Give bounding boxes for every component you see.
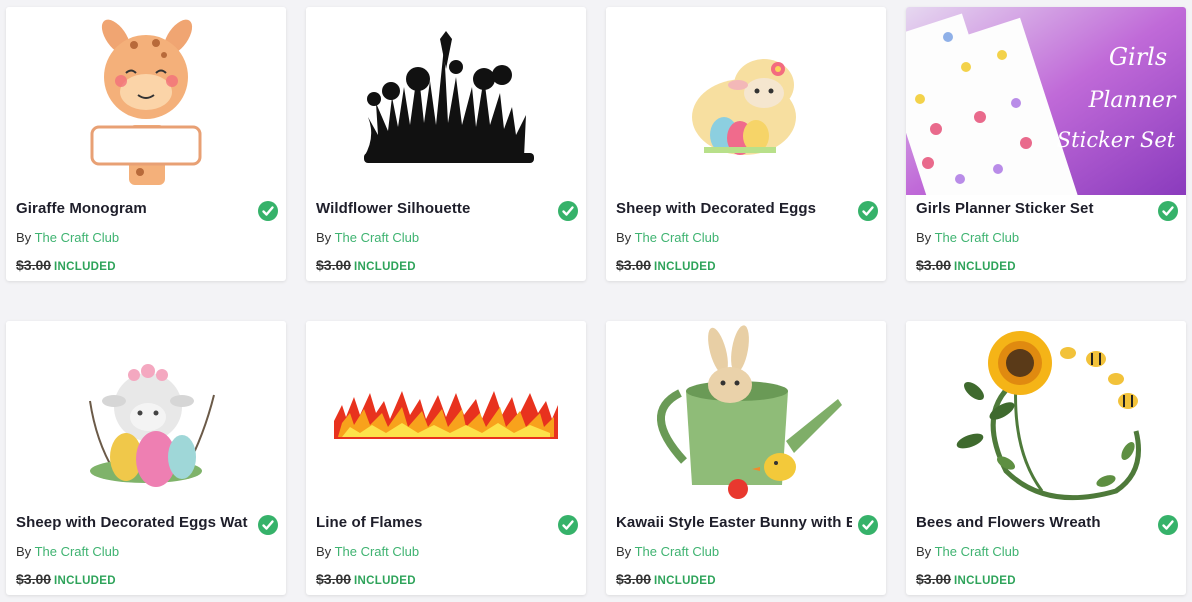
author-link[interactable]: The Craft Club [35, 230, 120, 245]
included-badge: INCLUDED [654, 261, 716, 273]
product-title[interactable]: Wildflower Silhouette [316, 200, 552, 217]
byline: By The Craft Club [316, 544, 419, 559]
price-row: $3.00 INCLUDED [616, 571, 716, 587]
by-label: By [316, 544, 332, 559]
sheep-eggs-watercolor-thumbnail[interactable] [6, 321, 286, 509]
author-link[interactable]: The Craft Club [635, 230, 720, 245]
price-row: $3.00 INCLUDED [616, 257, 716, 273]
product-card[interactable]: Giraffe Monogram By The Craft Club $3.00… [6, 7, 286, 281]
thumbnail-text: Girls [1109, 43, 1167, 71]
included-badge: INCLUDED [54, 575, 116, 587]
wildflower-silhouette-thumbnail[interactable] [306, 7, 586, 195]
byline: By The Craft Club [916, 544, 1019, 559]
product-title[interactable]: Line of Flames [316, 514, 552, 531]
price-row: $3.00 INCLUDED [916, 571, 1016, 587]
included-badge: INCLUDED [654, 575, 716, 587]
byline: By The Craft Club [616, 544, 719, 559]
check-circle-icon [1158, 201, 1178, 221]
included-badge: INCLUDED [954, 261, 1016, 273]
product-card[interactable]: Wildflower Silhouette By The Craft Club … [306, 7, 586, 281]
by-label: By [616, 230, 632, 245]
price-row: $3.00 INCLUDED [16, 257, 116, 273]
original-price: $3.00 [316, 257, 352, 273]
price-row: $3.00 INCLUDED [316, 571, 416, 587]
product-title[interactable]: Bees and Flowers Wreath [916, 514, 1152, 531]
by-label: By [16, 230, 32, 245]
original-price: $3.00 [16, 571, 52, 587]
planner-stickers-thumbnail[interactable]: Girls Planner Sticker Set [906, 7, 1186, 195]
product-title[interactable]: Sheep with Decorated Eggs [616, 200, 852, 217]
original-price: $3.00 [16, 257, 52, 273]
giraffe-monogram-thumbnail[interactable] [6, 7, 286, 195]
author-link[interactable]: The Craft Club [935, 544, 1020, 559]
original-price: $3.00 [916, 571, 952, 587]
product-card[interactable]: Sheep with Decorated Eggs By The Craft C… [606, 7, 886, 281]
check-circle-icon [858, 201, 878, 221]
bees-wreath-thumbnail[interactable] [906, 321, 1186, 509]
product-title[interactable]: Giraffe Monogram [16, 200, 252, 217]
byline: By The Craft Club [316, 230, 419, 245]
included-badge: INCLUDED [354, 261, 416, 273]
included-badge: INCLUDED [954, 575, 1016, 587]
product-card[interactable]: Sheep with Decorated Eggs Wat By The Cra… [6, 321, 286, 595]
by-label: By [316, 230, 332, 245]
original-price: $3.00 [616, 257, 652, 273]
check-circle-icon [258, 515, 278, 535]
product-card[interactable]: Line of Flames By The Craft Club $3.00 IN… [306, 321, 586, 595]
product-card[interactable]: Kawaii Style Easter Bunny with E By The … [606, 321, 886, 595]
price-row: $3.00 INCLUDED [316, 257, 416, 273]
original-price: $3.00 [616, 571, 652, 587]
sheep-eggs-thumbnail[interactable] [606, 7, 886, 195]
check-circle-icon [558, 201, 578, 221]
by-label: By [16, 544, 32, 559]
price-row: $3.00 INCLUDED [16, 571, 116, 587]
byline: By The Craft Club [916, 230, 1019, 245]
author-link[interactable]: The Craft Club [935, 230, 1020, 245]
product-card[interactable]: Bees and Flowers Wreath By The Craft Clu… [906, 321, 1186, 595]
included-badge: INCLUDED [354, 575, 416, 587]
product-title[interactable]: Kawaii Style Easter Bunny with E [616, 514, 852, 531]
included-badge: INCLUDED [54, 261, 116, 273]
author-link[interactable]: The Craft Club [335, 544, 420, 559]
check-circle-icon [558, 515, 578, 535]
by-label: By [616, 544, 632, 559]
thumbnail-text: Planner [1088, 88, 1177, 113]
author-link[interactable]: The Craft Club [335, 230, 420, 245]
byline: By The Craft Club [616, 230, 719, 245]
price-row: $3.00 INCLUDED [916, 257, 1016, 273]
author-link[interactable]: The Craft Club [35, 544, 120, 559]
author-link[interactable]: The Craft Club [635, 544, 720, 559]
flames-thumbnail[interactable] [306, 321, 586, 509]
check-circle-icon [258, 201, 278, 221]
by-label: By [916, 544, 932, 559]
byline: By The Craft Club [16, 230, 119, 245]
by-label: By [916, 230, 932, 245]
original-price: $3.00 [916, 257, 952, 273]
check-circle-icon [1158, 515, 1178, 535]
original-price: $3.00 [316, 571, 352, 587]
product-title[interactable]: Sheep with Decorated Eggs Wat [16, 514, 252, 531]
check-circle-icon [858, 515, 878, 535]
bunny-watering-can-thumbnail[interactable] [606, 321, 886, 509]
product-card[interactable]: Girls Planner Sticker Set Girls Planner … [906, 7, 1186, 281]
byline: By The Craft Club [16, 544, 119, 559]
product-title[interactable]: Girls Planner Sticker Set [916, 200, 1152, 217]
thumbnail-text: Sticker Set [1057, 128, 1176, 152]
